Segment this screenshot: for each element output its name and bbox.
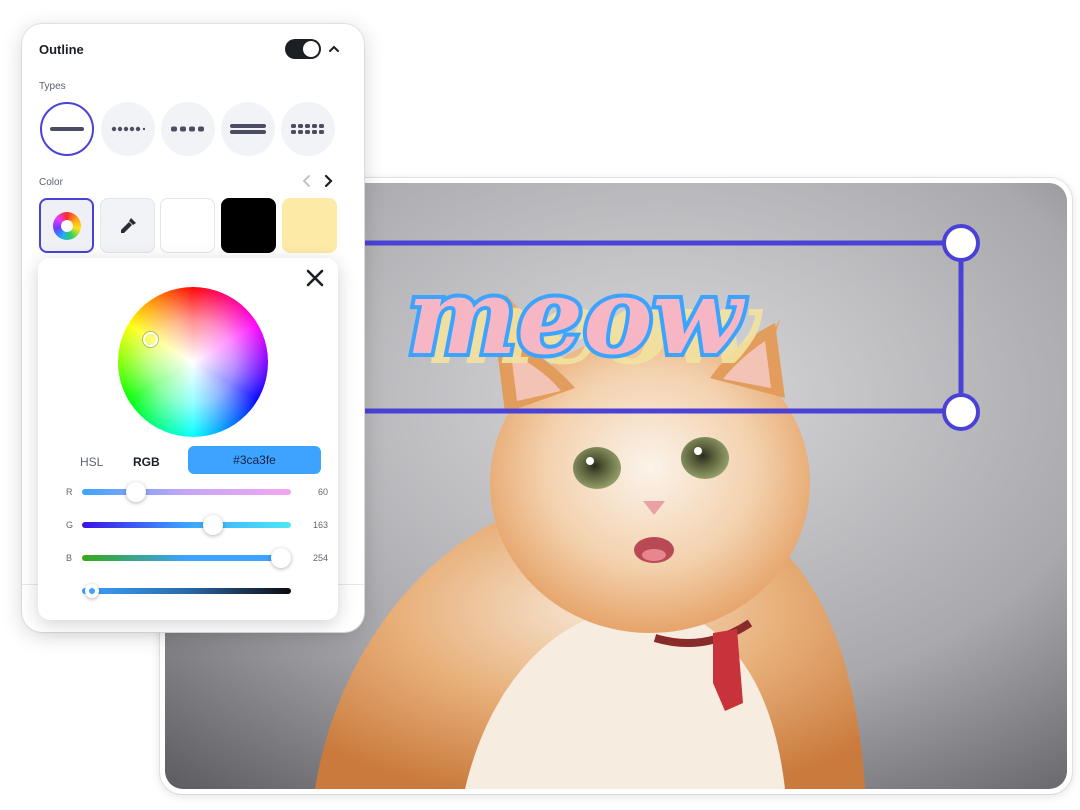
type-double-button[interactable] [221, 102, 275, 156]
tab-rgb[interactable]: RGB [133, 455, 160, 469]
channel-g-value: 163 [312, 520, 328, 530]
chevron-left-icon[interactable] [301, 174, 313, 188]
channel-r-value: 60 [317, 487, 328, 497]
panel-title: Outline [39, 42, 84, 57]
type-solid-button[interactable] [40, 102, 94, 156]
meow-text-svg: meow meow [403, 251, 764, 388]
channel-g-slider[interactable] [82, 522, 291, 528]
channel-r-label: R [66, 487, 73, 497]
eyedropper-swatch[interactable] [100, 198, 155, 253]
type-dashed-button[interactable] [161, 102, 215, 156]
channel-b-value: 254 [312, 553, 328, 563]
color-picker-popover: HSL RGB #3ca3fe R 60 G 163 B 254 [38, 258, 338, 620]
type-double-dotted-button[interactable] [281, 102, 335, 156]
channel-b-slider[interactable] [82, 555, 291, 561]
meow-glyphs: meow [407, 255, 746, 378]
color-wheel-icon [52, 211, 81, 240]
color-wheel[interactable] [118, 287, 268, 437]
swatch-black[interactable] [221, 198, 276, 253]
eyedropper-icon [120, 217, 136, 233]
hex-input[interactable]: #3ca3fe [188, 446, 321, 474]
channel-r-slider[interactable] [82, 489, 291, 495]
chevron-right-icon[interactable] [322, 174, 334, 188]
dotted-line-icon [111, 126, 145, 132]
swatch-cream[interactable] [282, 198, 337, 253]
channel-g-label: G [66, 520, 74, 530]
double-dotted-line-icon [291, 124, 324, 134]
double-line-icon [230, 124, 266, 134]
channel-b-label: B [66, 553, 73, 563]
alpha-thumb[interactable] [85, 584, 100, 598]
type-dotted-button[interactable] [101, 102, 155, 156]
channel-b-thumb[interactable] [271, 548, 291, 568]
swatch-white[interactable] [160, 198, 215, 253]
solid-line-icon [50, 127, 84, 131]
channel-r-thumb[interactable] [126, 482, 146, 502]
alpha-slider[interactable] [82, 588, 291, 594]
meow-text-layer[interactable]: meow meow [397, 251, 917, 391]
color-wheel-swatch[interactable] [39, 198, 94, 253]
outline-toggle[interactable] [285, 39, 321, 59]
channel-g-thumb[interactable] [203, 515, 223, 535]
chevron-up-icon[interactable] [327, 42, 341, 56]
saturation-overlay [118, 287, 268, 437]
toggle-knob [303, 41, 319, 57]
tab-hsl[interactable]: HSL [80, 455, 103, 469]
close-icon[interactable] [305, 268, 325, 288]
color-wheel-marker[interactable] [143, 332, 158, 347]
types-label: Types [39, 81, 66, 92]
dashed-line-icon [171, 126, 204, 132]
color-label: Color [39, 177, 63, 188]
